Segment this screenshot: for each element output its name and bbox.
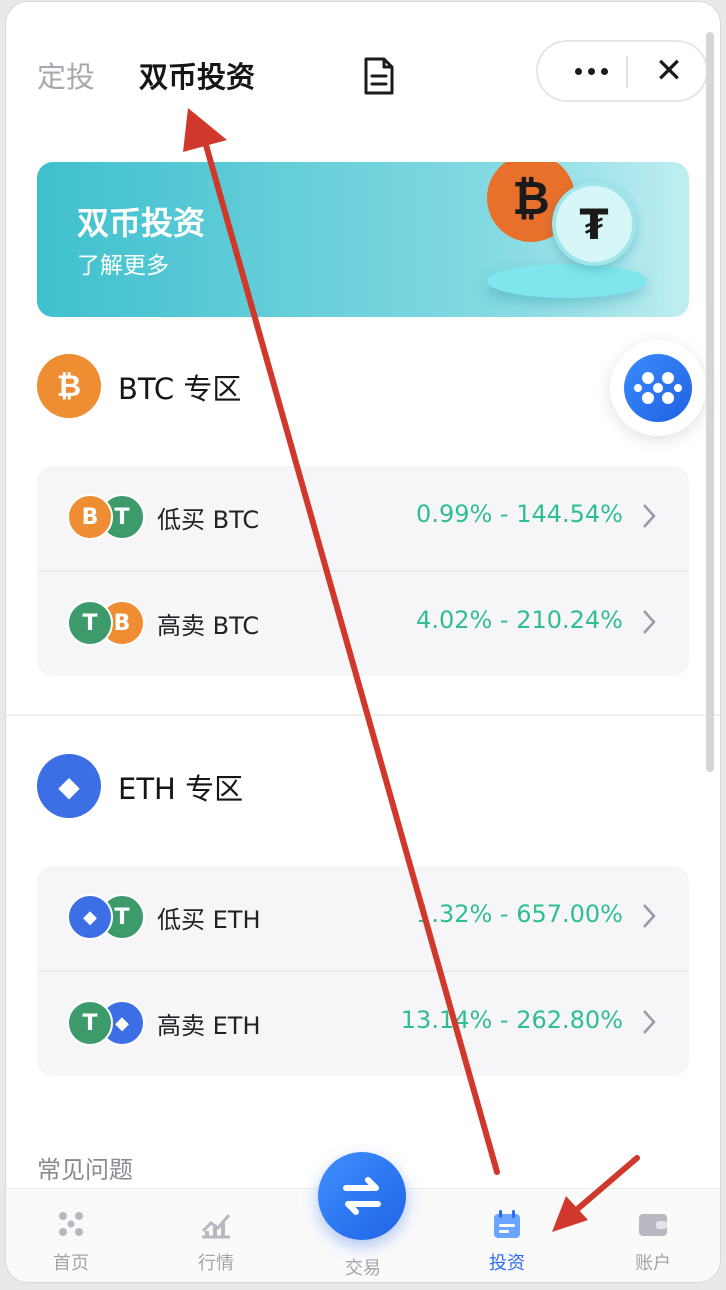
- usdt-coin-icon: T: [67, 1000, 113, 1046]
- eth-zone-title: ETH 专区: [118, 772, 244, 806]
- phone-screen: 定投 双币投资 ✕ 双币投资 了解更多 ₿ ₮ ₿ BTC 专区 B T 低买 …: [6, 2, 720, 1282]
- close-icon[interactable]: ✕: [636, 42, 702, 100]
- nav-item-market[interactable]: 行情: [161, 1189, 271, 1282]
- chevron-right-icon: [643, 1010, 656, 1034]
- row-label: 低买 BTC: [157, 506, 260, 534]
- home-dots-icon: [59, 1212, 83, 1236]
- banner-pedestal-graphic: [487, 264, 647, 298]
- tether-coin-icon: ₮: [552, 182, 636, 266]
- chevron-right-icon: [643, 610, 656, 634]
- swap-arrows-icon: [343, 1177, 381, 1215]
- nav-item-home[interactable]: 首页: [16, 1189, 126, 1282]
- yield-range: 0.99% - 144.54%: [416, 500, 623, 528]
- eth-sell-high-row[interactable]: T ◆ 高卖 ETH 13.14% - 262.80%: [37, 972, 689, 1076]
- capsule-divider: [626, 56, 628, 88]
- yield-range: 13.14% - 262.80%: [400, 1006, 623, 1034]
- faq-heading[interactable]: 常见问题: [37, 1150, 133, 1185]
- section-divider: [6, 714, 720, 716]
- banner-learn-more-link[interactable]: 了解更多: [77, 246, 169, 280]
- floating-assistant-button[interactable]: [610, 340, 706, 436]
- yield-range: 1.32% - 657.00%: [416, 900, 623, 928]
- tab-dual-currency[interactable]: 双币投资: [139, 54, 255, 96]
- mini-program-capsule: ✕: [536, 40, 708, 102]
- chart-icon: [201, 1214, 231, 1239]
- btc-zone-icon: ₿: [37, 354, 101, 418]
- nav-label: 行情: [198, 1253, 234, 1274]
- nav-label: 首页: [53, 1253, 89, 1274]
- chevron-right-icon: [643, 904, 656, 928]
- eth-coin-icon: ◆: [67, 894, 113, 940]
- eth-product-card: ◆ T 低买 ETH 1.32% - 657.00% T ◆ 高卖 ETH 13…: [37, 866, 689, 1076]
- scrollbar[interactable]: [706, 32, 714, 772]
- eth-zone-icon: ◆: [37, 754, 101, 818]
- btc-zone-title: BTC 专区: [118, 372, 242, 406]
- row-label: 高卖 BTC: [157, 612, 260, 640]
- btc-buy-low-row[interactable]: B T 低买 BTC 0.99% - 144.54%: [37, 466, 689, 570]
- dual-currency-banner[interactable]: 双币投资 了解更多 ₿ ₮: [37, 162, 689, 317]
- tab-regular-investment[interactable]: 定投: [37, 54, 95, 96]
- btc-product-card: B T 低买 BTC 0.99% - 144.54% T B 高卖 BTC 4.…: [37, 466, 689, 676]
- nav-label: 账户: [635, 1253, 671, 1274]
- row-label: 高卖 ETH: [157, 1012, 261, 1040]
- yield-range: 4.02% - 210.24%: [416, 606, 623, 634]
- more-icon[interactable]: [558, 42, 624, 100]
- chevron-right-icon: [643, 504, 656, 528]
- usdt-btc-pair-icon: T B: [67, 600, 147, 648]
- banner-title: 双币投资: [77, 204, 206, 242]
- nav-item-account[interactable]: 账户: [598, 1189, 708, 1282]
- calendar-icon: [494, 1210, 520, 1238]
- nav-label-trade: 交易: [345, 1258, 381, 1279]
- btc-coin-icon: B: [67, 494, 113, 540]
- wallet-icon: [639, 1214, 667, 1236]
- eth-usdt-pair-icon: ◆ T: [67, 894, 147, 942]
- nav-item-invest[interactable]: 投资: [452, 1189, 562, 1282]
- btc-sell-high-row[interactable]: T B 高卖 BTC 4.02% - 210.24%: [37, 572, 689, 676]
- dots-grid-icon: [634, 372, 682, 404]
- usdt-coin-icon: T: [67, 600, 113, 646]
- btc-usdt-pair-icon: B T: [67, 494, 147, 542]
- document-icon[interactable]: [362, 56, 396, 96]
- row-label: 低买 ETH: [157, 906, 261, 934]
- nav-label: 投资: [489, 1253, 525, 1274]
- trade-button[interactable]: [318, 1152, 406, 1240]
- eth-buy-low-row[interactable]: ◆ T 低买 ETH 1.32% - 657.00%: [37, 866, 689, 970]
- usdt-eth-pair-icon: T ◆: [67, 1000, 147, 1048]
